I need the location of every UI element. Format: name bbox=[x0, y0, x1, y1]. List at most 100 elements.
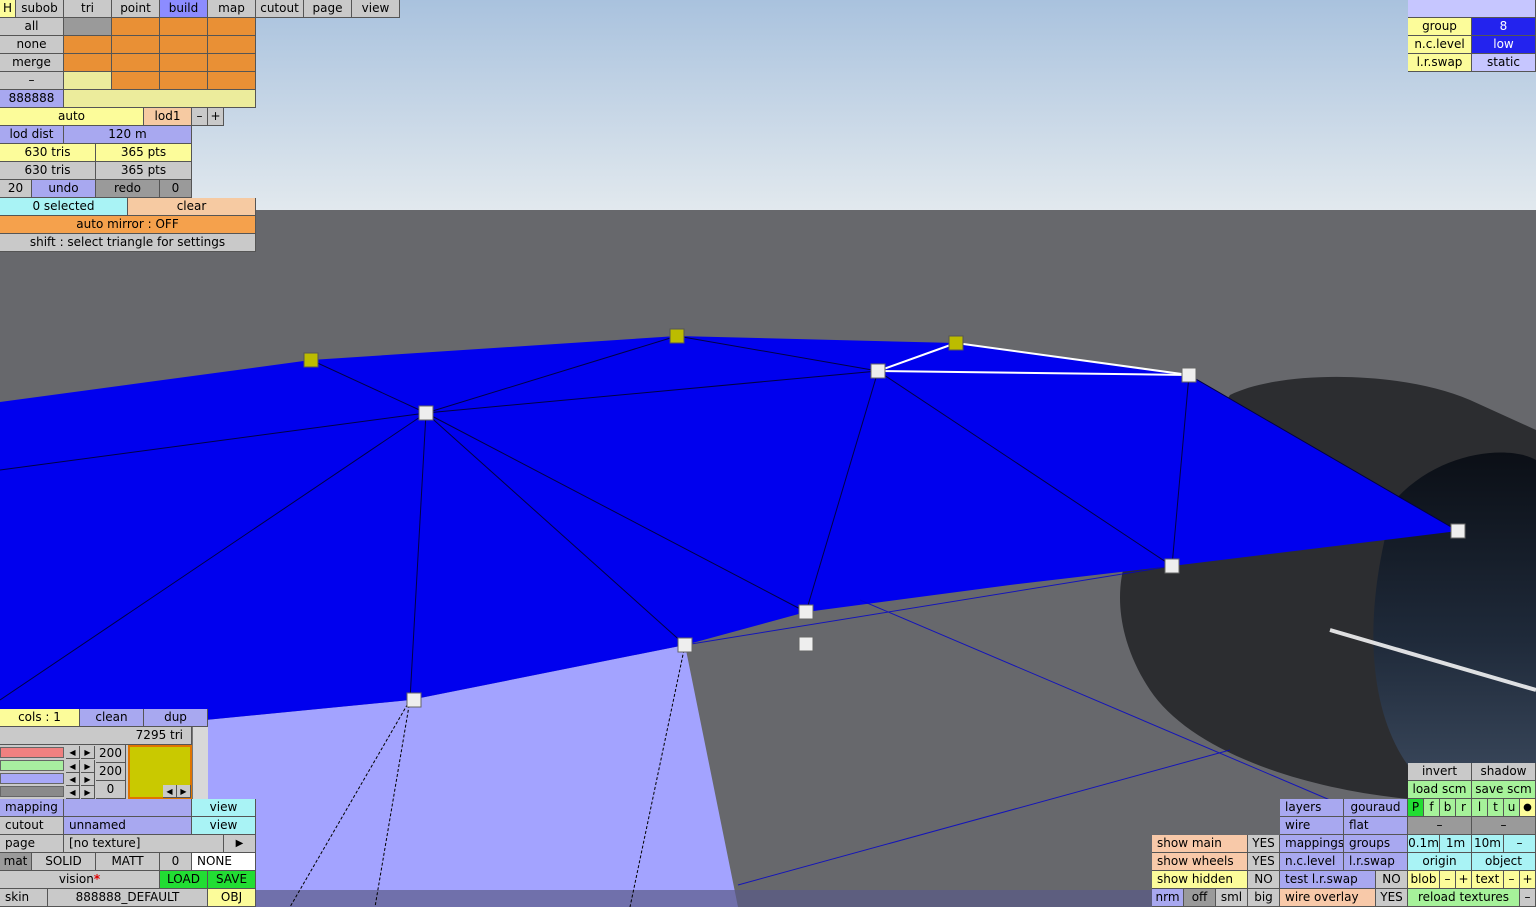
layer-cell[interactable] bbox=[160, 72, 208, 90]
page-value[interactable]: [no texture] bbox=[64, 835, 224, 853]
lr-swap-button[interactable]: l.r.swap bbox=[1344, 853, 1408, 871]
text-plus-button[interactable]: + bbox=[1520, 871, 1536, 889]
lod-minus-button[interactable]: – bbox=[192, 108, 208, 126]
layer-cell[interactable] bbox=[64, 36, 112, 54]
grid-minus-button[interactable]: – bbox=[1504, 835, 1536, 853]
view-t-button[interactable]: t bbox=[1488, 799, 1504, 817]
nc-level-button[interactable]: n.c.level bbox=[1280, 853, 1344, 871]
alpha-left-arrow[interactable]: ◀ bbox=[66, 786, 80, 799]
view-f-button[interactable]: f bbox=[1424, 799, 1440, 817]
colors-scrollbar[interactable] bbox=[192, 727, 208, 799]
auto-mirror-toggle[interactable]: auto mirror : OFF bbox=[0, 216, 256, 234]
red-left-arrow[interactable]: ◀ bbox=[66, 746, 80, 759]
swatch-right-arrow[interactable]: ▶ bbox=[177, 785, 191, 798]
color-code[interactable]: 888888 bbox=[0, 90, 64, 108]
select-none-button[interactable]: none bbox=[0, 36, 64, 54]
view-p-button[interactable]: P bbox=[1408, 799, 1424, 817]
show-main-toggle[interactable]: YES bbox=[1248, 835, 1280, 853]
alpha-right-arrow[interactable]: ▶ bbox=[81, 786, 95, 799]
green-slider[interactable] bbox=[0, 760, 64, 771]
obj-button[interactable]: OBJ bbox=[208, 889, 256, 907]
green-right-arrow[interactable]: ▶ bbox=[81, 760, 95, 773]
load-scm-button[interactable]: load scm bbox=[1408, 781, 1472, 799]
test-lr-swap-toggle[interactable]: NO bbox=[1376, 871, 1408, 889]
layer-cell[interactable] bbox=[64, 18, 112, 36]
reload-minus-button[interactable]: – bbox=[1520, 889, 1536, 907]
3d-viewport[interactable] bbox=[0, 0, 1536, 907]
tab-tri[interactable]: tri bbox=[64, 0, 112, 18]
merge-button[interactable]: merge bbox=[0, 54, 64, 72]
red-slider[interactable] bbox=[0, 747, 64, 758]
show-hidden-toggle[interactable]: NO bbox=[1248, 871, 1280, 889]
select-all-button[interactable]: all bbox=[0, 18, 64, 36]
tab-subob[interactable]: subob bbox=[16, 0, 64, 18]
swatch-left-arrow[interactable]: ◀ bbox=[163, 785, 177, 798]
mapping-view-button[interactable]: view bbox=[192, 799, 256, 817]
tab-point[interactable]: point bbox=[112, 0, 160, 18]
blue-left-arrow[interactable]: ◀ bbox=[66, 773, 80, 786]
layer-cell[interactable] bbox=[112, 36, 160, 54]
nc-level-value[interactable]: low bbox=[1472, 36, 1536, 54]
grid-01m-button[interactable]: 0.1m bbox=[1408, 835, 1440, 853]
layer-cell[interactable] bbox=[64, 54, 112, 72]
groups-button[interactable]: groups bbox=[1344, 835, 1408, 853]
wire-button[interactable]: wire bbox=[1280, 817, 1344, 835]
page-next-arrow[interactable]: ▶ bbox=[224, 835, 256, 853]
lod-dist-value[interactable]: 120 m bbox=[64, 126, 192, 144]
dup-button[interactable]: dup bbox=[144, 709, 208, 727]
mappings-button[interactable]: mappings bbox=[1280, 835, 1344, 853]
dash-button[interactable]: – bbox=[0, 72, 64, 90]
blue-slider[interactable] bbox=[0, 773, 64, 784]
clear-selection-button[interactable]: clear bbox=[128, 198, 256, 216]
cutout-view-button[interactable]: view bbox=[192, 817, 256, 835]
lod-plus-button[interactable]: + bbox=[208, 108, 224, 126]
lod-auto-button[interactable]: auto bbox=[0, 108, 144, 126]
grid-1m-button[interactable]: 1m bbox=[1440, 835, 1472, 853]
green-value[interactable]: 200 bbox=[96, 763, 126, 781]
layer-cell[interactable] bbox=[64, 72, 112, 90]
red-value[interactable]: 200 bbox=[96, 745, 126, 763]
off-button[interactable]: off bbox=[1184, 889, 1216, 907]
grid-10m-button[interactable]: 10m bbox=[1472, 835, 1504, 853]
view-l-button[interactable]: l bbox=[1472, 799, 1488, 817]
layer-cell[interactable] bbox=[112, 72, 160, 90]
redo-button[interactable]: redo bbox=[96, 180, 160, 198]
layer-cell[interactable] bbox=[160, 54, 208, 72]
dash-right-button[interactable]: – bbox=[1472, 817, 1536, 835]
clean-button[interactable]: clean bbox=[80, 709, 144, 727]
nrm-button[interactable]: nrm bbox=[1152, 889, 1184, 907]
layer-cell[interactable] bbox=[208, 72, 256, 90]
blue-right-arrow[interactable]: ▶ bbox=[81, 773, 95, 786]
h-button[interactable]: H bbox=[0, 0, 16, 18]
flat-button[interactable]: flat bbox=[1344, 817, 1408, 835]
show-wheels-toggle[interactable]: YES bbox=[1248, 853, 1280, 871]
origin-button[interactable]: origin bbox=[1408, 853, 1472, 871]
mapping-value[interactable] bbox=[64, 799, 192, 817]
save-button[interactable]: SAVE bbox=[208, 871, 256, 889]
view-u-button[interactable]: u bbox=[1504, 799, 1520, 817]
layer-cell[interactable] bbox=[160, 36, 208, 54]
layer-cell[interactable] bbox=[112, 54, 160, 72]
tab-view[interactable]: view bbox=[352, 0, 400, 18]
object-button[interactable]: object bbox=[1472, 853, 1536, 871]
matt-button[interactable]: MATT bbox=[96, 853, 160, 871]
lr-swap-value[interactable]: static bbox=[1472, 54, 1536, 72]
shadow-button[interactable]: shadow bbox=[1472, 763, 1536, 781]
layer-cell[interactable] bbox=[208, 54, 256, 72]
lod-name[interactable]: lod1 bbox=[144, 108, 192, 126]
blue-value[interactable]: 0 bbox=[96, 781, 126, 799]
gouraud-button[interactable]: gouraud bbox=[1344, 799, 1408, 817]
layer-cell[interactable] bbox=[208, 18, 256, 36]
mat-number[interactable]: 0 bbox=[160, 853, 192, 871]
layer-cell[interactable] bbox=[208, 36, 256, 54]
tab-map[interactable]: map bbox=[208, 0, 256, 18]
cutout-value[interactable]: unnamed bbox=[64, 817, 192, 835]
dash-left-button[interactable]: – bbox=[1408, 817, 1472, 835]
tab-build[interactable]: build bbox=[160, 0, 208, 18]
blob-plus-button[interactable]: + bbox=[1456, 871, 1472, 889]
big-button[interactable]: big bbox=[1248, 889, 1280, 907]
layers-button[interactable]: layers bbox=[1280, 799, 1344, 817]
solid-button[interactable]: SOLID bbox=[32, 853, 96, 871]
blob-minus-button[interactable]: – bbox=[1440, 871, 1456, 889]
text-minus-button[interactable]: – bbox=[1504, 871, 1520, 889]
